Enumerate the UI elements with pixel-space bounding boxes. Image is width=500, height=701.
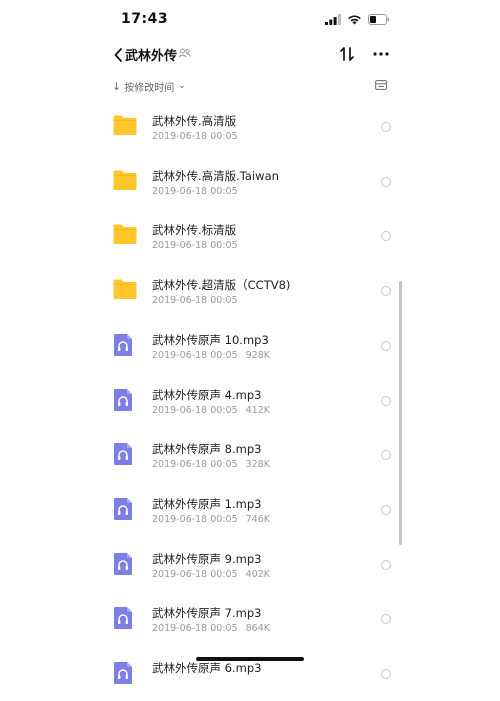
audio-file-icon xyxy=(112,552,134,580)
file-date: 2019-06-18 00:05 xyxy=(152,185,238,197)
file-size: 412K xyxy=(245,404,270,416)
select-radio[interactable] xyxy=(381,122,391,132)
file-name: 武林外传原声 9.mp3 xyxy=(152,551,262,566)
sort-order-icon[interactable] xyxy=(338,45,356,63)
page-title: 武林外传 xyxy=(125,49,178,64)
file-date: 2019-06-18 00:05 xyxy=(152,623,238,635)
more-options-icon[interactable] xyxy=(372,45,390,63)
file-list-item[interactable]: 武林外传.高清版.Taiwan 2019-06-18 00:05 xyxy=(0,155,500,209)
audio-file-icon xyxy=(112,388,134,416)
file-name: 武林外传原声 7.mp3 xyxy=(152,606,262,621)
file-size: 928K xyxy=(245,349,270,361)
folder-icon xyxy=(112,169,138,195)
file-size: 402K xyxy=(245,568,270,580)
file-date: 2019-06-18 00:05 xyxy=(152,404,238,416)
folder-icon xyxy=(112,114,138,140)
folder-icon xyxy=(112,278,138,304)
file-name: 武林外传原声 4.mp3 xyxy=(152,387,262,402)
file-date: 2019-06-18 00:05 xyxy=(152,240,238,252)
file-name: 武林外传.超清版（CCTV8) xyxy=(152,278,291,293)
file-list-item[interactable]: 武林外传原声 8.mp3 2019-06-18 00:05 328K xyxy=(0,428,500,482)
select-radio[interactable] xyxy=(381,231,391,242)
file-date: 2019-06-18 00:05 xyxy=(152,568,238,580)
file-meta xyxy=(152,678,160,689)
select-radio[interactable] xyxy=(381,559,391,570)
select-radio[interactable] xyxy=(381,395,391,406)
file-date: 2019-06-18 00:05 xyxy=(152,349,238,361)
file-meta: 2019-06-18 00:05 xyxy=(152,240,246,251)
file-date: 2019-06-18 00:05 xyxy=(152,295,238,307)
file-list-item[interactable]: 武林外传.标清版 2019-06-18 00:05 xyxy=(0,209,500,263)
file-date: 2019-06-18 00:05 xyxy=(152,459,238,471)
audio-file-icon xyxy=(112,442,134,470)
audio-file-icon xyxy=(112,497,134,525)
file-list-item[interactable]: 武林外传原声 9.mp3 2019-06-18 00:05 402K xyxy=(0,538,500,592)
scrollbar[interactable] xyxy=(399,281,402,545)
select-radio[interactable] xyxy=(381,176,391,187)
status-time: 17:43 xyxy=(121,11,169,27)
file-name: 武林外传.标清版 xyxy=(152,223,237,238)
file-date: 2019-06-18 00:05 xyxy=(152,513,238,525)
audio-file-icon xyxy=(112,333,134,361)
file-meta: 2019-06-18 00:05 928K xyxy=(152,350,270,361)
file-meta: 2019-06-18 00:05 xyxy=(152,186,246,197)
file-size: 328K xyxy=(245,459,270,471)
audio-file-icon xyxy=(112,606,134,634)
file-list-item[interactable]: 武林外传原声 6.mp3 xyxy=(0,647,500,701)
file-name: 武林外传原声 8.mp3 xyxy=(152,442,262,457)
wifi-icon xyxy=(348,14,361,24)
sort-label: 按修改时间 xyxy=(124,82,175,94)
file-list-item[interactable]: 武林外传原声 7.mp3 2019-06-18 00:05 864K xyxy=(0,592,500,646)
status-bar: 17:43 xyxy=(0,0,500,40)
file-meta: 2019-06-18 00:05 746K xyxy=(152,514,270,525)
file-meta: 2019-06-18 00:05 864K xyxy=(152,623,270,634)
file-name: 武林外传原声 1.mp3 xyxy=(152,496,262,511)
file-name: 武林外传原声 6.mp3 xyxy=(152,661,262,675)
select-radio[interactable] xyxy=(381,614,391,625)
select-radio[interactable] xyxy=(381,340,391,351)
file-meta: 2019-06-18 00:05 328K xyxy=(152,459,270,470)
file-name: 武林外传.高清版.Taiwan xyxy=(152,168,279,183)
battery-icon xyxy=(368,13,389,25)
file-meta: 2019-06-18 00:05 xyxy=(152,295,246,306)
home-indicator[interactable] xyxy=(196,657,304,661)
select-radio[interactable] xyxy=(381,286,391,297)
status-icons xyxy=(325,12,390,26)
chevron-down-icon: ⌄ xyxy=(178,81,186,91)
file-list-item[interactable]: 武林外传.超清版（CCTV8) 2019-06-18 00:05 xyxy=(0,264,500,318)
file-list-item[interactable]: 武林外传原声 1.mp3 2019-06-18 00:05 746K xyxy=(0,483,500,537)
file-list-item[interactable]: 武林外传原声 4.mp3 2019-06-18 00:05 412K xyxy=(0,374,500,428)
file-meta: 2019-06-18 00:05 402K xyxy=(152,569,270,580)
audio-file-icon xyxy=(112,661,134,689)
file-meta: 2019-06-18 00:05 xyxy=(152,131,246,142)
file-date: 2019-06-18 00:05 xyxy=(152,131,238,142)
signal-icon xyxy=(325,13,341,25)
shared-users-icon xyxy=(178,48,191,58)
file-name: 武林外传原声 10.mp3 xyxy=(152,332,269,347)
select-radio[interactable] xyxy=(381,669,391,679)
file-list-item[interactable]: 武林外传.高清版 2019-06-18 00:05 xyxy=(0,100,500,154)
file-name: 武林外传.高清版 xyxy=(152,114,237,128)
back-chevron-icon[interactable] xyxy=(112,46,126,64)
sort-direction-icon: ↓ xyxy=(112,79,122,93)
file-meta: 2019-06-18 00:05 412K xyxy=(152,405,270,416)
view-mode-icon[interactable] xyxy=(375,80,387,90)
file-list-item[interactable]: 武林外传原声 10.mp3 2019-06-18 00:05 928K xyxy=(0,319,500,373)
select-radio[interactable] xyxy=(381,450,391,461)
sort-selector[interactable]: ↓ 按修改时间 ⌄ xyxy=(112,78,186,94)
folder-icon xyxy=(112,223,138,249)
file-size: 864K xyxy=(245,623,270,635)
file-size: 746K xyxy=(245,513,270,525)
select-radio[interactable] xyxy=(381,504,391,515)
